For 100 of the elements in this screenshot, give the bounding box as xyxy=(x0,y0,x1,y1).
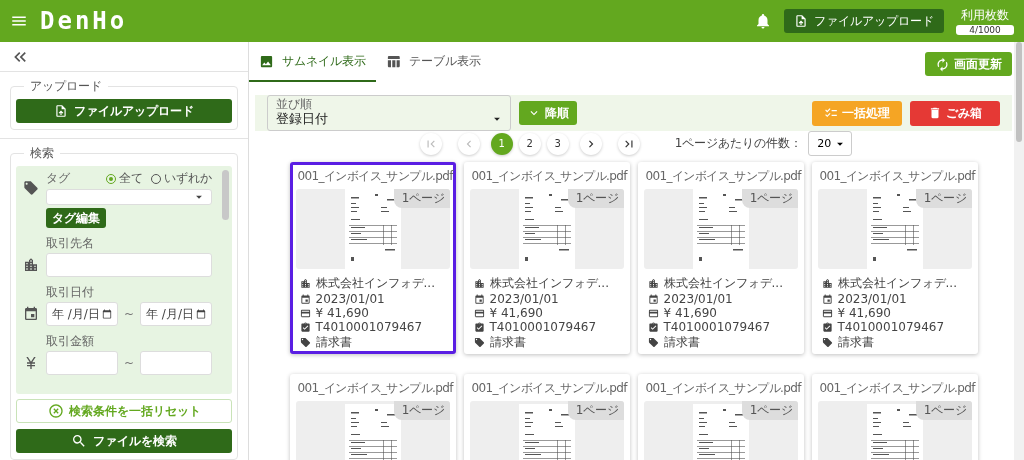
registration-number: T4010001079467 xyxy=(663,320,771,334)
checklist-icon xyxy=(824,106,838,120)
image-icon xyxy=(259,53,274,69)
registration-number: T4010001079467 xyxy=(489,320,597,334)
input-field[interactable] xyxy=(46,351,118,375)
page-count-badge: 1ページ xyxy=(567,401,624,420)
previous-page-button[interactable] xyxy=(457,132,480,155)
trash-button[interactable]: ごみ箱 xyxy=(910,100,1000,126)
building-icon xyxy=(821,278,833,289)
page-count-badge: 1ページ xyxy=(915,189,972,208)
card-icon xyxy=(821,307,833,319)
usage-count: 4/1000 xyxy=(956,25,1014,35)
file-upload-icon xyxy=(54,104,68,118)
file-name: 001_インボイス_サンプル.pdf xyxy=(296,380,455,397)
building-icon xyxy=(473,278,485,289)
tag-icon xyxy=(23,179,39,196)
upload-button[interactable]: ファイルアップロード xyxy=(16,99,232,123)
tag-text: 請求書 xyxy=(315,334,352,351)
date-text: 2023/01/01 xyxy=(663,292,733,306)
registration-number: T4010001079467 xyxy=(315,320,423,334)
search-icon xyxy=(71,433,87,449)
clipboard-check-icon xyxy=(821,321,833,333)
input-field[interactable] xyxy=(46,253,212,277)
company-name: 株式会社インフォデ... xyxy=(489,275,609,292)
input-field[interactable] xyxy=(140,351,212,375)
date-field[interactable]: 年 /月/日 xyxy=(46,302,118,326)
search-button[interactable]: ファイルを検索 xyxy=(16,429,232,453)
tag-edit-button[interactable]: タグ編集 xyxy=(46,208,106,228)
view-tab[interactable]: テーブル表示 xyxy=(376,42,491,82)
calendar-icon xyxy=(473,293,485,305)
tag-icon xyxy=(647,337,659,348)
page-count-badge: 1ページ xyxy=(741,401,798,420)
tag-text: 請求書 xyxy=(489,334,526,351)
registration-number: T4010001079467 xyxy=(837,320,945,334)
field-label: タグ xyxy=(46,170,70,187)
document-thumbnail xyxy=(866,404,923,460)
tag-icon xyxy=(299,337,311,348)
section-legend: アップロード xyxy=(24,78,108,95)
per-page-select[interactable]: 20 xyxy=(808,131,853,156)
clipboard-check-icon xyxy=(647,321,659,333)
radio-option[interactable]: いずれか xyxy=(151,170,212,187)
sort-select[interactable]: 並び順 登録日付 xyxy=(267,95,511,131)
calendar-icon xyxy=(821,293,833,305)
page-button[interactable]: 3 xyxy=(546,132,569,155)
page-count-badge: 1ページ xyxy=(915,401,972,420)
scrollbar[interactable] xyxy=(1014,42,1024,460)
page-count-badge: 1ページ xyxy=(567,189,624,208)
date-text: 2023/01/01 xyxy=(315,292,385,306)
field-label: 取引日付 xyxy=(46,284,94,301)
building-icon xyxy=(299,278,311,289)
file-name: 001_インボイス_サンプル.pdf xyxy=(818,168,977,185)
document-thumbnail xyxy=(518,404,575,460)
card-icon xyxy=(647,307,659,319)
bell-icon[interactable] xyxy=(754,12,772,30)
amount-text: ¥ 41,690 xyxy=(837,306,891,320)
tag-icon xyxy=(821,337,833,348)
tag-icon xyxy=(473,337,485,348)
calendar-icon xyxy=(101,309,112,319)
tag-text: 請求書 xyxy=(837,334,874,351)
calendar-icon xyxy=(299,293,311,305)
range-separator: ~ xyxy=(123,307,135,321)
view-tab[interactable]: サムネイル表示 xyxy=(249,42,376,82)
card-icon xyxy=(299,307,311,319)
page-count-badge: 1ページ xyxy=(393,189,450,208)
card-icon xyxy=(473,307,485,319)
scrollbar-thumb[interactable] xyxy=(222,170,229,220)
page-count-badge: 1ページ xyxy=(393,401,450,420)
radio-option[interactable]: 全て xyxy=(106,170,143,187)
per-page-label: 1ページあたりの件数： xyxy=(674,135,803,152)
calendar-icon xyxy=(196,309,206,319)
tag-text: 請求書 xyxy=(663,334,700,351)
file-name: 001_インボイス_サンプル.pdf xyxy=(818,380,977,397)
tag-select[interactable] xyxy=(46,189,212,205)
trash-icon xyxy=(928,106,942,120)
amount-text: ¥ 41,690 xyxy=(315,306,369,320)
upload-button[interactable]: ファイルアップロード xyxy=(784,9,944,33)
app-logo: DenHo xyxy=(40,7,129,35)
page-button[interactable]: 2 xyxy=(518,132,541,155)
document-thumbnail xyxy=(692,404,749,460)
file-upload-icon xyxy=(794,14,808,28)
calendar-icon xyxy=(23,306,39,322)
first-page-button[interactable] xyxy=(419,132,442,155)
date-text: 2023/01/01 xyxy=(837,292,907,306)
date-field[interactable]: 年 /月/日 xyxy=(140,302,212,326)
clipboard-check-icon xyxy=(473,321,485,333)
file-name: 001_インボイス_サンプル.pdf xyxy=(644,380,803,397)
clipboard-check-icon xyxy=(299,321,311,333)
document-thumbnail xyxy=(344,404,401,460)
building-icon xyxy=(647,278,659,289)
calendar-icon xyxy=(647,293,659,305)
file-card[interactable]: 001_インボイス_サンプル.pdf 1ページ 株式会社インフォデ... 2023/01/01 ¥ 41,690 T4010001079467 請求書 xyxy=(289,162,456,354)
company-name: 株式会社インフォデ... xyxy=(315,275,435,292)
file-name: 001_インボイス_サンプル.pdf xyxy=(470,380,629,397)
page-count-badge: 1ページ xyxy=(741,189,798,208)
building-icon xyxy=(23,257,39,273)
last-page-button[interactable] xyxy=(617,132,640,155)
company-name: 株式会社インフォデ... xyxy=(837,275,957,292)
file-name: 001_インボイス_サンプル.pdf xyxy=(296,168,455,185)
company-name: 株式会社インフォデ... xyxy=(663,275,783,292)
next-page-button[interactable] xyxy=(579,132,602,155)
